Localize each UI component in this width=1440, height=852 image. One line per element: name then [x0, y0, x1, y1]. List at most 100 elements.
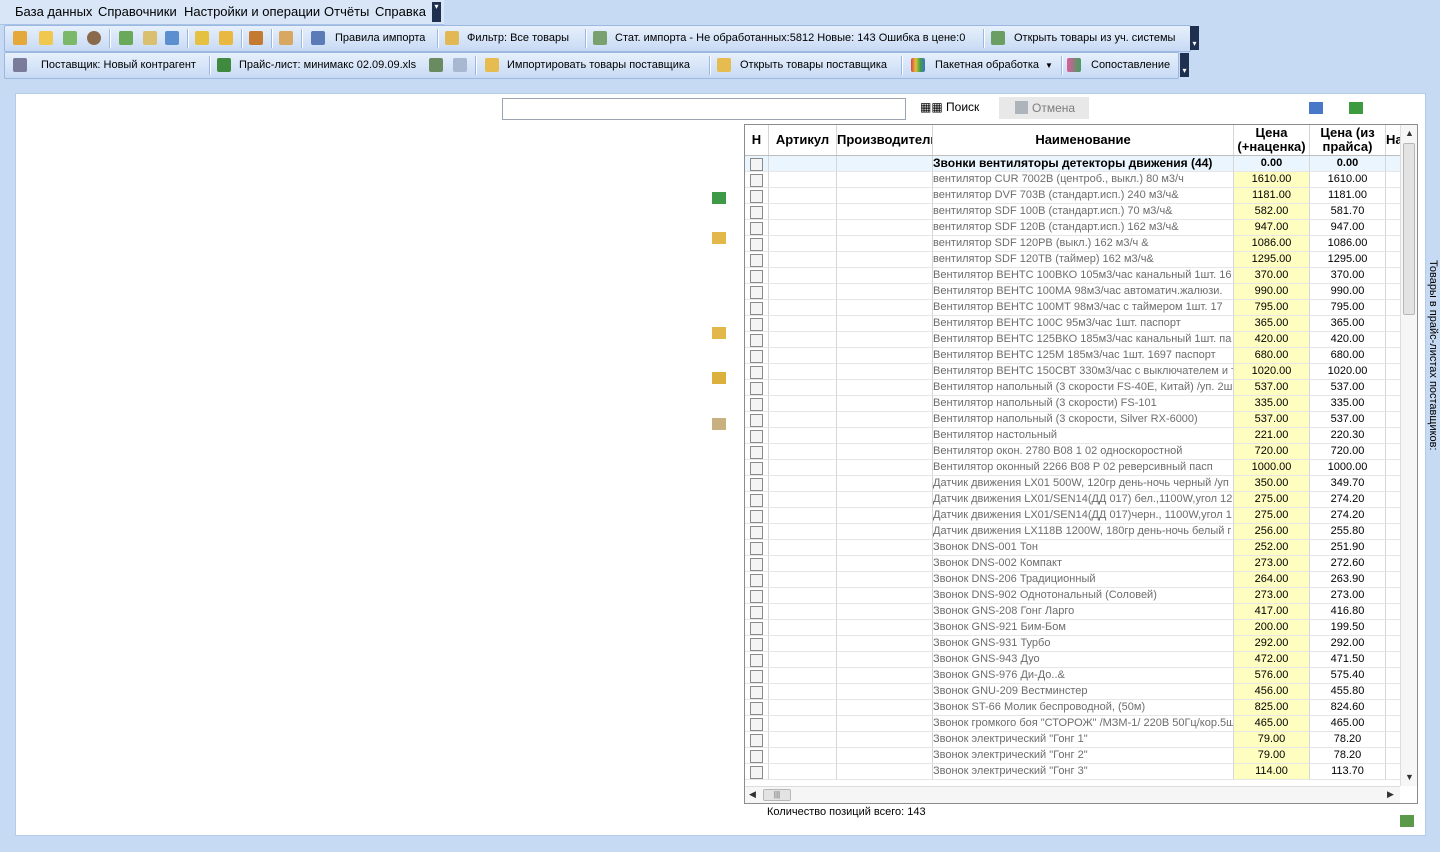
row-checkbox[interactable] [750, 478, 763, 491]
refresh-icon[interactable] [165, 31, 179, 45]
row-checkbox[interactable] [750, 398, 763, 411]
row-checkbox[interactable] [750, 430, 763, 443]
group-row[interactable]: Звонки вентиляторы детекторы движения (4… [745, 156, 1400, 172]
scroll-up-icon[interactable]: ▲ [1405, 128, 1414, 138]
scroll-down-icon[interactable]: ▼ [1405, 772, 1414, 782]
row-checkbox[interactable] [750, 766, 763, 779]
import-rules-button[interactable]: Правила импорта [335, 30, 425, 47]
row-checkbox[interactable] [750, 206, 763, 219]
row-checkbox[interactable] [750, 734, 763, 747]
row-checkbox[interactable] [750, 670, 763, 683]
menu-help[interactable]: Справка [375, 4, 426, 19]
supplier-products-panel-tab[interactable]: Товары в прайс-листах поставщиков: [1425, 260, 1439, 460]
folder-icon[interactable] [39, 31, 53, 45]
card-icon[interactable] [279, 31, 293, 45]
row-checkbox[interactable] [750, 462, 763, 475]
wand-icon[interactable] [249, 31, 263, 45]
row-checkbox[interactable] [750, 590, 763, 603]
import-stats-button[interactable]: Стат. импорта - Не обработанных:5812 Нов… [615, 30, 965, 47]
row-checkbox[interactable] [750, 526, 763, 539]
row-checkbox[interactable] [750, 494, 763, 507]
row-checkbox[interactable] [750, 302, 763, 315]
column-header-price[interactable]: Цена (из прайса) [1310, 125, 1386, 155]
row-checkbox[interactable] [750, 414, 763, 427]
row-checkbox[interactable] [750, 718, 763, 731]
table-row[interactable]: Звонок DNS-902 Однотональный (Соловей) 27… [745, 588, 1400, 604]
table-row[interactable]: Звонок громкого боя "СТОРОЖ" /МЗМ-1/ 220… [745, 716, 1400, 732]
row-checkbox[interactable] [750, 622, 763, 635]
horizontal-scroll-thumb[interactable]: ||| [763, 789, 791, 801]
table-row[interactable]: Вентилятор ВЕНТС 125ВКО 185м3/час каналь… [745, 332, 1400, 348]
open-supplier-products-button[interactable]: Открыть товары поставщика [740, 57, 887, 74]
table-row[interactable]: Вентилятор напольный (3 скорости) FS-101… [745, 396, 1400, 412]
row-checkbox[interactable] [750, 638, 763, 651]
column-header-n[interactable]: Н [745, 125, 769, 155]
row-checkbox[interactable] [750, 574, 763, 587]
table-row[interactable]: Вентилятор ВЕНТС 125М 185м3/час 1шт. 169… [745, 348, 1400, 364]
row-checkbox[interactable] [750, 190, 763, 203]
column-header-manufacturer[interactable]: Производитель [837, 125, 933, 155]
cancel-button[interactable]: Отмена [999, 97, 1089, 119]
open-products-button[interactable]: Открыть товары из уч. системы [1014, 30, 1175, 47]
table-row[interactable]: Звонок GNS-921 Бим-Бом 200.00 199.50 [745, 620, 1400, 636]
search-button[interactable]: ▦▦ Поиск [920, 100, 979, 114]
import-icon[interactable] [13, 31, 27, 45]
table-row[interactable]: Звонок электрический "Гонг 1" 79.00 78.20 [745, 732, 1400, 748]
folder-link-icon[interactable] [712, 327, 726, 339]
menu-database[interactable]: База данных [15, 4, 92, 19]
row-checkbox[interactable] [750, 222, 763, 235]
table-row[interactable]: Звонок GNU-209 Вестминстер 456.00 455.80 [745, 684, 1400, 700]
table-row[interactable]: Звонок GNS-931 Турбо 292.00 292.00 [745, 636, 1400, 652]
table-row[interactable]: вентилятор SDF 120TB (таймер) 162 м3/ч& 1… [745, 252, 1400, 268]
row-checkbox[interactable] [750, 654, 763, 667]
user-icon[interactable] [87, 31, 101, 45]
row-checkbox[interactable] [750, 606, 763, 619]
table-row[interactable]: Звонок электрический "Гонг 3" 114.00 113.7… [745, 764, 1400, 780]
row-checkbox[interactable] [750, 286, 763, 299]
toolbar-overflow-icon[interactable]: ▾ [1180, 53, 1189, 77]
row-checkbox[interactable] [750, 510, 763, 523]
table-row[interactable]: Звонок GNS-943 Дуо 472.00 471.50 [745, 652, 1400, 668]
exit-icon[interactable] [1400, 815, 1414, 827]
vertical-scrollbar[interactable]: ▲ ▼ [1400, 125, 1417, 786]
table-row[interactable]: Датчик движения LX01 500W, 120гр день-но… [745, 476, 1400, 492]
matching-button[interactable]: Сопоставление [1091, 57, 1170, 74]
row-checkbox[interactable] [750, 334, 763, 347]
table-row[interactable]: Звонок электрический "Гонг 2" 79.00 78.20 [745, 748, 1400, 764]
search-input[interactable] [502, 98, 906, 120]
table-row[interactable]: Вентилятор напольный (3 скорости, Silver… [745, 412, 1400, 428]
table-row[interactable]: Вентилятор напольный (3 скорости FS-40E,… [745, 380, 1400, 396]
table-row[interactable]: Датчик движения LX118B 1200W, 180гр день… [745, 524, 1400, 540]
filter-button[interactable]: Фильтр: Все товары [467, 30, 569, 47]
table-row[interactable]: Звонок ST-66 Молик беспроводной, (50м) 82… [745, 700, 1400, 716]
table-row[interactable]: вентилятор DVF 703B (стандарт.исп.) 240 … [745, 188, 1400, 204]
table-row[interactable]: Вентилятор ВЕНТС 100МА 98м3/час автомати… [745, 284, 1400, 300]
toolbar-overflow-icon[interactable]: ▾ [432, 2, 441, 22]
menu-references[interactable]: Справочники [98, 4, 177, 19]
batch-processing-button[interactable]: Пакетная обработка [935, 57, 1039, 74]
export-grid-icon[interactable] [1349, 102, 1363, 114]
import-products-button[interactable]: Импортировать товары поставщика [507, 57, 690, 74]
price-edit-icon[interactable] [429, 58, 443, 72]
table-row[interactable]: Вентилятор окон. 2780 B08 1 02 односкоро… [745, 444, 1400, 460]
table-row[interactable]: Вентилятор ВЕНТС 100С 95м3/час 1шт. пасп… [745, 316, 1400, 332]
row-checkbox[interactable] [750, 558, 763, 571]
package-icon[interactable] [219, 31, 233, 45]
row-checkbox[interactable] [750, 158, 763, 171]
edit-doc-icon[interactable] [143, 31, 157, 45]
row-checkbox[interactable] [750, 350, 763, 363]
table-row[interactable]: вентилятор CUR 7002B (центроб., выкл.) 8… [745, 172, 1400, 188]
row-checkbox[interactable] [750, 446, 763, 459]
menu-settings[interactable]: Настройки и операции [184, 4, 320, 19]
box-icon[interactable] [712, 372, 726, 384]
row-checkbox[interactable] [750, 542, 763, 555]
row-checkbox[interactable] [750, 174, 763, 187]
folder-open-icon[interactable] [712, 232, 726, 244]
pencil-icon[interactable] [63, 31, 77, 45]
table-row[interactable]: Звонок GNS-208 Гонг Ларго 417.00 416.80 [745, 604, 1400, 620]
table-row[interactable]: Звонок DNS-002 Компакт 273.00 272.60 [745, 556, 1400, 572]
scroll-right-icon[interactable]: ▶ [1387, 789, 1394, 800]
table-icon[interactable] [453, 58, 467, 72]
table-row[interactable]: Вентилятор оконный 2266 B08 P 02 реверси… [745, 460, 1400, 476]
box-icon[interactable] [195, 31, 209, 45]
